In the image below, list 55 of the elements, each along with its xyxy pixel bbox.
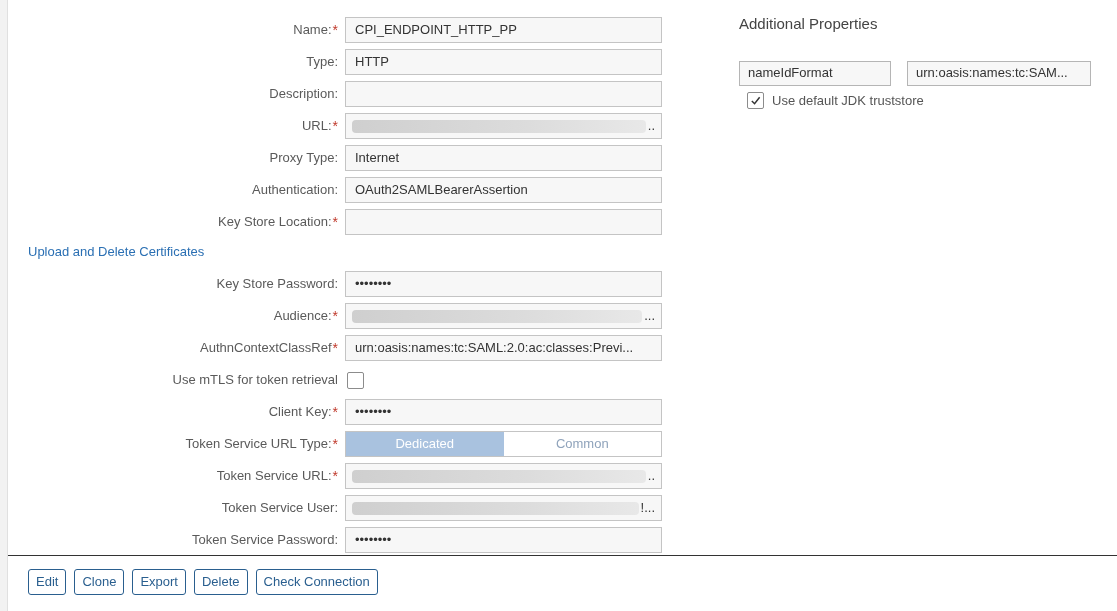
- checkmark-icon: [750, 94, 761, 106]
- required-mark: *: [332, 469, 338, 483]
- field-value: ..: [647, 117, 655, 136]
- checkbox-label: Use default JDK truststore: [772, 91, 924, 110]
- input-field[interactable]: Internet: [345, 145, 662, 171]
- input-field[interactable]: urn:oasis:names:tc:SAML:2.0:ac:classes:Previ...: [345, 335, 662, 361]
- field-label: Key Store Password:: [216, 275, 338, 294]
- input-field[interactable]: HTTP: [345, 49, 662, 75]
- required-mark: *: [332, 215, 338, 229]
- field-value: ..: [647, 467, 655, 486]
- input-field[interactable]: ..: [345, 463, 662, 489]
- field-label: Type:: [306, 53, 338, 72]
- section-title: Additional Properties: [739, 14, 879, 34]
- checkbox[interactable]: [747, 91, 764, 109]
- input-field[interactable]: ••••••••: [345, 271, 662, 297]
- field-value: ...: [644, 307, 655, 326]
- field-value: !...: [640, 499, 655, 518]
- input-field[interactable]: [345, 81, 662, 107]
- required-mark: *: [332, 23, 338, 37]
- input-field[interactable]: !...: [345, 495, 662, 521]
- field-label: Audience:: [273, 307, 332, 326]
- field-label: Token Service Password:: [192, 531, 338, 550]
- field-label: Description:: [269, 85, 338, 104]
- upload-certificates-link[interactable]: Upload and Delete Certificates: [28, 242, 205, 262]
- action-button[interactable]: Clone: [74, 569, 125, 595]
- field-label: Proxy Type:: [269, 149, 338, 168]
- required-mark: *: [332, 309, 338, 323]
- field-label: Token Service URL:: [216, 467, 332, 486]
- action-button[interactable]: Delete: [193, 569, 248, 595]
- input-field[interactable]: [345, 209, 662, 235]
- required-mark: *: [332, 119, 338, 133]
- checkbox[interactable]: [347, 371, 364, 389]
- field-label: Authentication:: [252, 181, 338, 200]
- input-field[interactable]: ...: [345, 303, 662, 329]
- field-label: URL:: [301, 117, 332, 136]
- input-field[interactable]: OAuth2SAMLBearerAssertion: [345, 177, 662, 203]
- field-label: AuthnContextClassRef: [200, 339, 332, 358]
- field-label: Use mTLS for token retrieval: [172, 371, 338, 390]
- field-label: Name:: [293, 21, 332, 40]
- input-field[interactable]: ••••••••: [345, 527, 662, 553]
- input-field[interactable]: CPI_ENDPOINT_HTTP_PP: [345, 17, 662, 43]
- action-button[interactable]: Edit: [28, 569, 67, 595]
- property-name-field[interactable]: nameIdFormat: [739, 60, 891, 86]
- property-value-field[interactable]: urn:oasis:names:tc:SAM...: [907, 60, 1091, 86]
- input-field[interactable]: ••••••••: [345, 399, 662, 425]
- action-button[interactable]: Export: [132, 569, 186, 595]
- required-mark: *: [332, 437, 338, 451]
- action-button[interactable]: Check Connection: [255, 569, 378, 595]
- field-label: Token Service URL Type:: [185, 435, 332, 454]
- input-field[interactable]: ..: [345, 113, 662, 139]
- field-label: Key Store Location:: [218, 213, 332, 232]
- field-label: Token Service User:: [221, 499, 338, 518]
- required-mark: *: [332, 405, 338, 419]
- field-label: Client Key:: [268, 403, 332, 422]
- required-mark: *: [332, 341, 338, 355]
